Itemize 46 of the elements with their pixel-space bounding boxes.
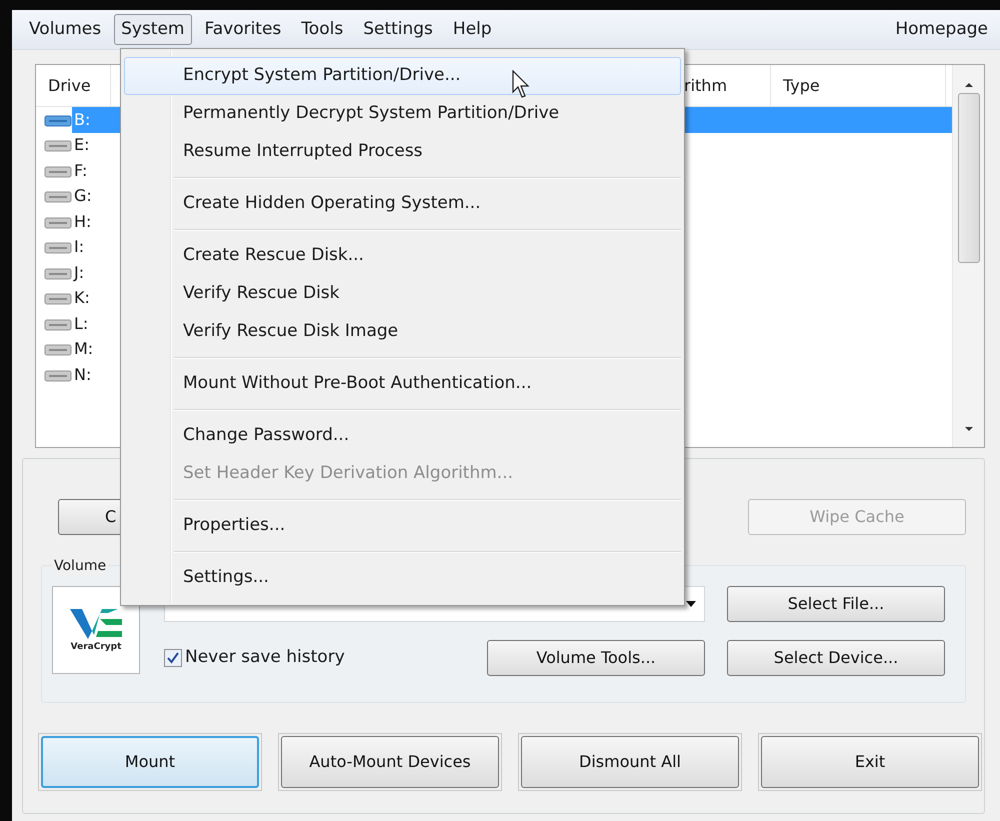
menu-entry[interactable]: Change Password...	[124, 417, 681, 455]
mouse-cursor-icon	[512, 70, 532, 100]
group-label: Volume	[52, 556, 108, 577]
action-button[interactable]: Mount	[41, 736, 259, 788]
menu-entry[interactable]: Verify Rescue Disk Image	[124, 313, 681, 351]
drive-letter[interactable]: K:	[74, 286, 90, 310]
menu-entry[interactable]: Settings...	[124, 559, 681, 597]
drive-letter[interactable]: J:	[74, 260, 84, 285]
checkbox-label[interactable]: Never save history	[185, 645, 345, 671]
drive-letter[interactable]: E:	[74, 133, 90, 158]
scroll-down-icon[interactable]	[964, 425, 974, 433]
drive-letter[interactable]: H:	[74, 210, 92, 234]
drive-letter[interactable]: G:	[74, 184, 92, 208]
scroll-up-icon[interactable]	[964, 81, 974, 89]
menu-item[interactable]: System	[114, 14, 192, 46]
menu-entry[interactable]: Resume Interrupted Process	[124, 133, 681, 171]
menu-item[interactable]: Tools	[294, 14, 350, 46]
dropdown-caret-icon[interactable]	[686, 601, 696, 607]
menu-item[interactable]: Volumes	[22, 14, 108, 46]
action-button[interactable]: Dismount All	[521, 736, 739, 788]
volume-button[interactable]: Volume Tools...	[487, 640, 705, 676]
menu-entry[interactable]: Properties...	[124, 507, 681, 545]
volume-button[interactable]: Select Device...	[727, 640, 945, 676]
menu-entry[interactable]: Mount Without Pre-Boot Authentication...	[124, 365, 681, 403]
drive-letter[interactable]: I:	[74, 235, 84, 260]
column-header[interactable]: Type	[771, 65, 946, 106]
drive-letter[interactable]: N:	[74, 362, 92, 387]
menu-entry[interactable]: Create Hidden Operating System...	[124, 185, 681, 223]
checkbox[interactable]	[164, 649, 182, 667]
volume-button[interactable]: Select File...	[727, 586, 945, 622]
menu-entry[interactable]: Encrypt System Partition/Drive...	[124, 57, 681, 95]
menu-item[interactable]: Favorites	[198, 14, 288, 46]
action-button[interactable]: Exit	[761, 736, 979, 788]
menu-item[interactable]: Help	[446, 14, 499, 46]
menu-entry[interactable]: Verify Rescue Disk	[124, 275, 681, 313]
menu-item[interactable]: Settings	[356, 14, 440, 46]
column-header[interactable]: Drive	[36, 65, 111, 106]
menu-entry[interactable]: Create Rescue Disk...	[124, 237, 681, 275]
scrollbar[interactable]	[952, 65, 984, 447]
scroll-thumb[interactable]	[958, 93, 980, 263]
action-button[interactable]: Auto-Mount Devices	[281, 736, 499, 788]
drive-letter[interactable]: L:	[74, 312, 88, 336]
logo-text: VeraCrypt	[70, 641, 122, 654]
homepage-link[interactable]: Homepage	[895, 16, 988, 42]
drive-letter[interactable]: F:	[74, 158, 88, 183]
drive-letter[interactable]: M:	[74, 337, 94, 362]
